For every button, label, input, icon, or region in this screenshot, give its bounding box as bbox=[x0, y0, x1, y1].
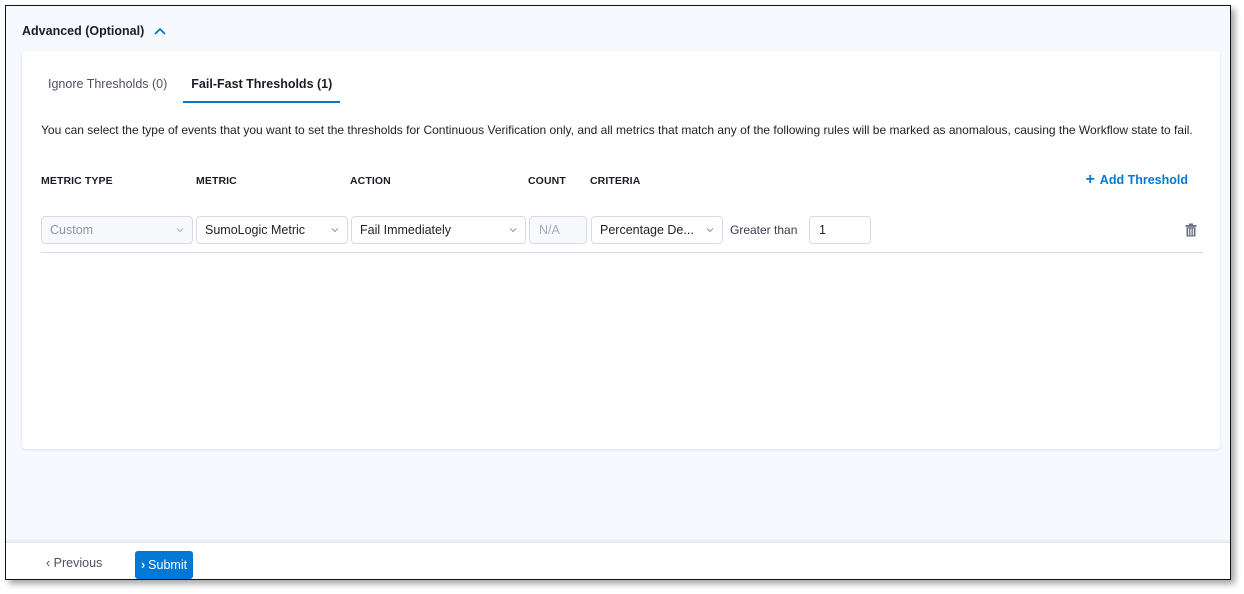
header-metric-type: METRIC TYPE bbox=[41, 175, 113, 187]
tab-ignore-thresholds[interactable]: Ignore Thresholds (0) bbox=[48, 77, 167, 103]
threshold-value: 1 bbox=[819, 223, 826, 237]
action-value: Fail Immediately bbox=[360, 223, 451, 237]
table-header: METRIC TYPE METRIC ACTION COUNT CRITERIA bbox=[41, 175, 1201, 191]
trash-icon[interactable] bbox=[1185, 223, 1197, 237]
chevron-down-icon bbox=[176, 228, 184, 233]
action-select[interactable]: Fail Immediately bbox=[351, 216, 526, 244]
header-metric: METRIC bbox=[196, 175, 237, 187]
count-input: N/A bbox=[529, 216, 587, 244]
tab-fail-fast-thresholds[interactable]: Fail-Fast Thresholds (1) bbox=[183, 77, 341, 103]
header-criteria: CRITERIA bbox=[590, 175, 641, 187]
submit-label: Submit bbox=[148, 558, 188, 572]
chevron-down-icon bbox=[331, 228, 339, 233]
chevron-up-icon bbox=[154, 28, 166, 35]
criteria-value: Percentage De... bbox=[600, 223, 694, 237]
add-threshold-button[interactable]: + Add Threshold bbox=[1085, 171, 1188, 188]
metric-type-select: Custom bbox=[41, 216, 193, 244]
threshold-tabs: Ignore Thresholds (0) Fail-Fast Threshol… bbox=[48, 77, 356, 103]
chevron-right-icon: › bbox=[141, 558, 146, 572]
add-threshold-label: Add Threshold bbox=[1099, 173, 1188, 187]
threshold-value-input[interactable]: 1 bbox=[809, 216, 871, 244]
count-placeholder: N/A bbox=[539, 223, 560, 237]
chevron-down-icon bbox=[509, 228, 517, 233]
metric-type-value: Custom bbox=[50, 223, 94, 237]
header-count: COUNT bbox=[528, 175, 566, 187]
section-title: Advanced (Optional) bbox=[22, 24, 145, 38]
advanced-section-toggle[interactable]: Advanced (Optional) bbox=[22, 24, 166, 38]
wizard-frame: Advanced (Optional) Ignore Thresholds (0… bbox=[5, 5, 1231, 580]
description-text: You can select the type of events that y… bbox=[41, 123, 1193, 137]
wizard-footer: ‹ Previous › Submit bbox=[6, 542, 1230, 579]
metric-value: SumoLogic Metric bbox=[205, 223, 306, 237]
criteria-select[interactable]: Percentage De... bbox=[591, 216, 723, 244]
chevron-left-icon: ‹ bbox=[46, 556, 54, 570]
chevron-down-icon bbox=[706, 228, 714, 233]
previous-label: Previous bbox=[53, 556, 103, 570]
metric-select[interactable]: SumoLogic Metric bbox=[196, 216, 348, 244]
table-row: Custom SumoLogic Metric Fail Immediately… bbox=[41, 216, 1203, 253]
plus-icon: + bbox=[1085, 171, 1095, 188]
comparator-label: Greater than bbox=[730, 223, 798, 237]
submit-button[interactable]: › Submit bbox=[135, 551, 194, 579]
previous-button[interactable]: ‹ Previous bbox=[46, 556, 102, 570]
header-action: ACTION bbox=[350, 175, 391, 187]
thresholds-card: Ignore Thresholds (0) Fail-Fast Threshol… bbox=[22, 51, 1220, 449]
